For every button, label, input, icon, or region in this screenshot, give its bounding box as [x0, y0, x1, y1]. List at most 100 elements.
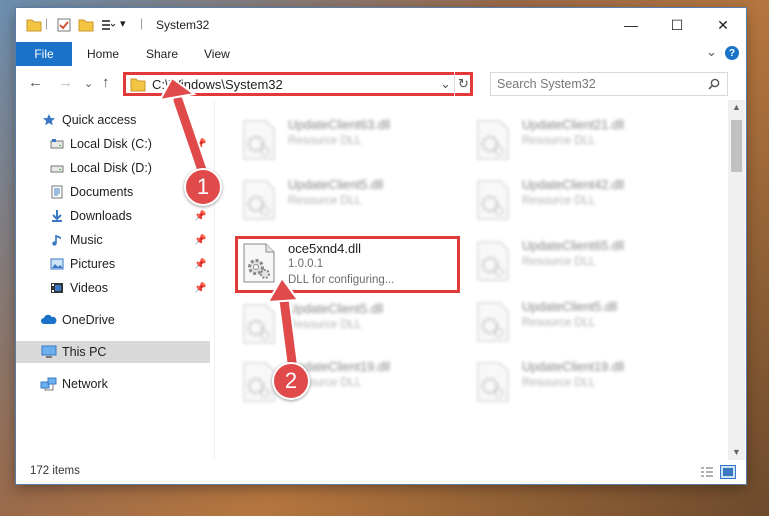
computer-icon — [41, 345, 57, 358]
sidebar-item-network[interactable]: Network — [16, 373, 210, 395]
dll-file-icon — [243, 362, 275, 402]
pin-icon[interactable]: 📌 — [194, 211, 206, 222]
maximize-button[interactable]: ☐ — [654, 8, 700, 42]
sidebar-item-label: Downloads — [70, 209, 132, 223]
large-icons-view-icon[interactable] — [720, 465, 736, 479]
dll-file-icon — [243, 304, 275, 344]
file-item[interactable]: UpdateClient5.dll Resource DLL — [242, 176, 462, 228]
sidebar-item-this-pc[interactable]: This PC — [16, 341, 210, 363]
minimize-button[interactable]: — — [608, 8, 654, 42]
pin-icon[interactable]: 📌 — [194, 139, 206, 150]
file-item[interactable]: UpdateClient19.dll Resource DLL — [476, 358, 696, 410]
file-name: UpdateClient63.dll — [288, 118, 391, 132]
sidebar-item-label: Pictures — [70, 257, 116, 271]
pin-icon[interactable]: 📌 — [194, 283, 206, 294]
file-item[interactable]: UpdateClient65.dll Resource DLL — [476, 237, 696, 289]
customize-toolbar-icon[interactable] — [100, 17, 116, 33]
address-row: ← → ⌄ ↑ C:\Windows\System32 ⌄ ↻ Search S… — [16, 66, 746, 100]
address-bar[interactable]: C:\Windows\System32 ⌄ ↻ — [123, 72, 473, 96]
sidebar-item-label: OneDrive — [62, 313, 115, 327]
cloud-icon — [41, 314, 57, 324]
dll-file-icon — [477, 362, 509, 402]
file-name: UpdateClient21.dll — [522, 118, 625, 132]
file-name: UpdateClient65.dll — [522, 239, 625, 253]
sidebar-item-quick-access[interactable]: Quick access — [16, 109, 210, 131]
dll-file-icon — [477, 241, 509, 281]
item-count: 172 items — [30, 465, 80, 477]
file-description: Resource DLL — [522, 377, 596, 389]
sidebar-item-documents[interactable]: Documents 📌 — [16, 181, 210, 203]
dll-file-icon — [243, 120, 275, 160]
file-description: Resource DLL — [522, 317, 596, 329]
sidebar-item-videos[interactable]: Videos 📌 — [16, 277, 210, 299]
expand-ribbon-icon[interactable]: ⌄ — [706, 44, 717, 60]
star-icon — [43, 114, 55, 126]
address-path: C:\Windows\System32 — [152, 77, 283, 92]
file-item[interactable]: UpdateClient5.dll Resource DLL — [476, 298, 696, 350]
sidebar-item-label: Videos — [70, 281, 108, 295]
scrollbar-thumb[interactable] — [731, 120, 742, 172]
dll-file-icon — [477, 120, 509, 160]
details-view-icon[interactable] — [700, 466, 714, 478]
window-title: System32 — [156, 18, 210, 32]
help-icon[interactable]: ? — [725, 46, 739, 60]
up-button[interactable]: ↑ — [102, 74, 110, 91]
quick-access-dropdown-icon[interactable]: ▾ — [120, 17, 126, 30]
file-description: Resource DLL — [522, 256, 596, 268]
new-folder-icon[interactable] — [78, 17, 94, 33]
forward-button[interactable]: → — [58, 74, 73, 91]
sidebar-item-downloads[interactable]: Downloads 📌 — [16, 205, 210, 227]
file-description: Resource DLL — [522, 135, 596, 147]
dll-file-icon — [243, 180, 275, 220]
scroll-up-icon[interactable]: ▲ — [732, 102, 741, 112]
file-item[interactable]: UpdateClient42.dll Resource DLL — [476, 176, 696, 228]
sidebar-item-music[interactable]: Music 📌 — [16, 229, 210, 251]
properties-icon[interactable] — [56, 17, 72, 33]
file-description: Resource DLL — [522, 195, 596, 207]
tab-view[interactable]: View — [204, 47, 230, 61]
sidebar-item-label: Local Disk (D:) — [70, 161, 152, 175]
drive-icon — [50, 165, 64, 173]
sidebar-item-label: Local Disk (C:) — [70, 137, 152, 151]
recent-locations-button[interactable]: ⌄ — [84, 77, 93, 90]
sidebar-item-pictures[interactable]: Pictures 📌 — [16, 253, 210, 275]
file-item[interactable]: UpdateClient63.dll Resource DLL — [242, 116, 462, 168]
tab-share[interactable]: Share — [146, 47, 178, 61]
back-button[interactable]: ← — [28, 74, 43, 91]
file-item[interactable]: UpdateClient21.dll Resource DLL — [476, 116, 696, 168]
tab-home[interactable]: Home — [87, 47, 119, 61]
file-item[interactable]: UpdateClient5.dll Resource DLL — [242, 300, 462, 352]
search-box[interactable]: Search System32 — [490, 72, 728, 96]
divider — [454, 72, 455, 96]
drive-icon — [50, 139, 64, 149]
vertical-scrollbar[interactable]: ▲ ▼ — [728, 100, 745, 460]
search-input[interactable]: Search System32 — [497, 77, 596, 91]
file-name: UpdateClient19.dll — [522, 360, 625, 374]
file-name: UpdateClient5.dll — [288, 178, 384, 192]
tab-file[interactable]: File — [16, 42, 72, 66]
status-bar: 172 items — [16, 460, 746, 484]
sidebar-item-label: Quick access — [62, 113, 137, 127]
file-list: UpdateClient63.dll Resource DLL UpdateCl… — [216, 100, 726, 460]
folder-icon[interactable] — [26, 17, 42, 33]
sidebar-item-local-disk-d[interactable]: Local Disk (D:) 📌 — [16, 157, 210, 179]
separator: | — [140, 16, 144, 30]
documents-icon — [51, 185, 63, 199]
search-icon[interactable] — [708, 78, 720, 90]
sidebar-item-label: This PC — [62, 345, 107, 359]
pin-icon[interactable]: 📌 — [194, 259, 206, 270]
refresh-icon[interactable]: ↻ — [458, 76, 469, 92]
file-description: Resource DLL — [288, 135, 362, 147]
address-dropdown-icon[interactable]: ⌄ — [440, 76, 451, 92]
explorer-window: | ▾ | System32 — ☐ ✕ File Home Share Vie… — [16, 8, 746, 484]
pin-icon[interactable]: 📌 — [194, 235, 206, 246]
sidebar-item-local-disk-c[interactable]: Local Disk (C:) 📌 — [16, 133, 210, 155]
step-2-badge: 2 — [272, 362, 310, 400]
sidebar-item-onedrive[interactable]: OneDrive — [16, 309, 210, 331]
close-button[interactable]: ✕ — [700, 8, 746, 42]
network-icon — [40, 377, 57, 391]
scroll-down-icon[interactable]: ▼ — [732, 447, 741, 457]
file-name: UpdateClient5.dll — [288, 302, 384, 316]
videos-icon — [51, 283, 63, 293]
downloads-icon — [52, 210, 62, 222]
